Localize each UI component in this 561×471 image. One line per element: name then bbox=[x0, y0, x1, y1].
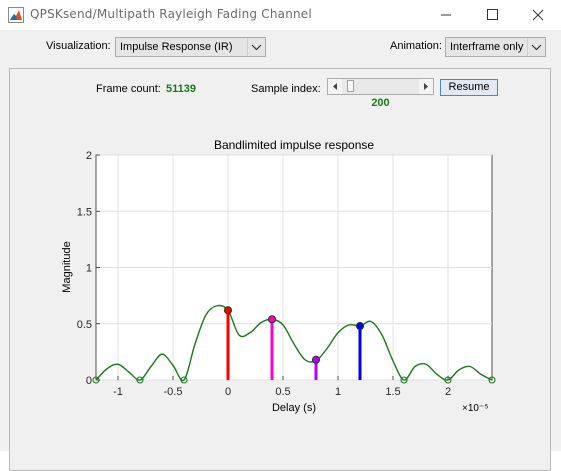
x-tick-label: 1 bbox=[335, 386, 341, 398]
path-marker bbox=[267, 315, 277, 324]
path-marker bbox=[223, 306, 233, 315]
matlab-icon bbox=[8, 7, 24, 23]
y-tick-label: 1 bbox=[86, 263, 92, 275]
x-tick-label: -0.5 bbox=[164, 386, 183, 398]
x-tick-label: 0 bbox=[225, 386, 231, 398]
close-button[interactable] bbox=[515, 0, 561, 30]
chart-title: Bandlimited impulse response bbox=[214, 138, 374, 152]
x-tick-label: 0.5 bbox=[275, 386, 290, 398]
x-axis-label: Delay (s) bbox=[272, 402, 316, 414]
minimize-button[interactable] bbox=[423, 0, 469, 30]
y-tick-label: 1.5 bbox=[77, 206, 92, 218]
x-tick-label: 1.5 bbox=[385, 386, 400, 398]
maximize-button[interactable] bbox=[469, 0, 515, 30]
path-marker bbox=[311, 355, 321, 364]
title-bar: QPSKsend/Multipath Rayleigh Fading Chann… bbox=[0, 0, 561, 30]
x-tick-label: -1 bbox=[113, 386, 123, 398]
close-icon bbox=[532, 9, 544, 21]
window-title: QPSKsend/Multipath Rayleigh Fading Chann… bbox=[30, 7, 312, 21]
y-axis-label: Magnitude bbox=[61, 241, 73, 292]
y-tick-label: 2 bbox=[86, 150, 92, 162]
y-tick-label: 0.5 bbox=[77, 319, 92, 331]
y-tick-label: 0 bbox=[86, 375, 92, 387]
minimize-icon bbox=[441, 14, 451, 16]
impulse-response-chart: Bandlimited impulse response -1 -0.5 0 0.5 1… bbox=[61, 138, 496, 414]
path-marker bbox=[355, 321, 365, 331]
maximize-icon bbox=[487, 9, 498, 20]
window-client-area: Visualization: Impulse Response (IR) Ani… bbox=[0, 30, 561, 471]
x-tick-label: 2 bbox=[445, 386, 451, 398]
x-axis-multiplier: ×10⁻⁵ bbox=[462, 403, 488, 414]
